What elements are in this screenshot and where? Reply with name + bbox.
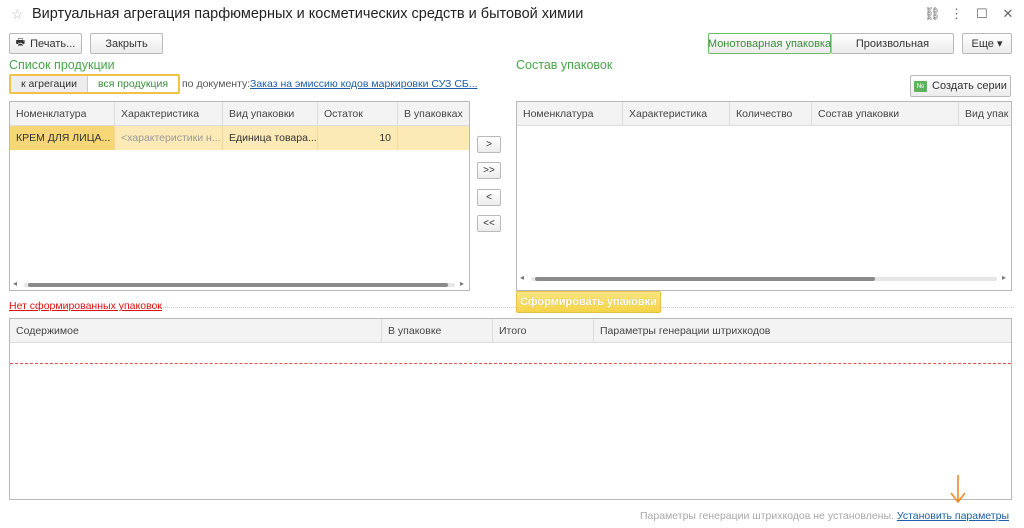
move-all-right-button[interactable]: >> [477, 162, 501, 179]
form-packages-button[interactable]: Сформировать упаковки [516, 291, 661, 313]
column-header[interactable]: Вид упак [959, 102, 1011, 126]
move-all-left-button[interactable]: << [477, 215, 501, 232]
column-header[interactable]: В упаковках [398, 102, 469, 126]
contents-table-header: Содержимое В упаковке Итого Параметры ге… [10, 319, 1011, 343]
more-button[interactable]: Еще ▾ [962, 33, 1012, 54]
scroll-left-icon[interactable]: ◂ [520, 273, 524, 282]
print-button[interactable]: 🖶 Печать... [9, 33, 82, 54]
close-button[interactable]: Закрыть [90, 33, 163, 54]
column-header[interactable]: Номенклатура [517, 102, 623, 126]
filter-all-products[interactable]: вся продукция [87, 76, 179, 92]
no-packages-link[interactable]: Нет сформированных упаковок [9, 300, 162, 312]
more-actions-icon[interactable]: ⋮ [950, 6, 963, 22]
link-icon[interactable]: ⛓ [924, 6, 941, 22]
column-header[interactable]: Параметры генерации штрихкодов [594, 319, 1011, 343]
packages-title: Состав упаковок [516, 58, 613, 72]
packages-table-header: Номенклатура Характеристика Количество С… [517, 102, 1011, 126]
column-header[interactable]: Номенклатура [10, 102, 115, 126]
move-right-button[interactable]: > [477, 136, 501, 153]
products-table: Номенклатура Характеристика Вид упаковки… [9, 101, 470, 291]
drop-indicator-line [10, 363, 1011, 364]
column-header[interactable]: Количество [730, 102, 812, 126]
column-header[interactable]: Вид упаковки [223, 102, 318, 126]
column-header[interactable]: Характеристика [623, 102, 730, 126]
move-left-button[interactable]: < [477, 189, 501, 206]
arbitrary-package-button[interactable]: Произвольная [831, 33, 954, 54]
cell-in-packages[interactable] [398, 126, 469, 150]
scroll-right-icon[interactable]: ▸ [460, 279, 464, 288]
scroll-thumb[interactable] [28, 283, 448, 287]
packages-scrollbar[interactable]: ◂ ▸ [517, 273, 1011, 284]
set-params-link[interactable]: Установить параметры [897, 510, 1009, 522]
mono-package-button[interactable]: Монотоварная упаковка [708, 33, 831, 54]
barcode-params-status: Параметры генерации штрихкодов не устано… [639, 510, 894, 522]
column-header[interactable]: Остаток [318, 102, 398, 126]
product-filter-switch: к агрегации вся продукция [9, 74, 181, 94]
column-header[interactable]: Содержимое [10, 319, 382, 343]
footer-status: Параметры генерации штрихкодов не устано… [640, 510, 1009, 522]
products-scrollbar[interactable]: ◂ ▸ [10, 279, 469, 290]
window-controls: ⛓ ⋮ ☐ ✕ [924, 6, 1014, 22]
title-bar: ☆ Виртуальная агрегация парфюмерных и ко… [0, 0, 1024, 30]
favorite-star-icon[interactable]: ☆ [11, 6, 24, 23]
products-table-header: Номенклатура Характеристика Вид упаковки… [10, 102, 469, 126]
close-icon[interactable]: ✕ [1002, 6, 1014, 22]
filter-to-aggregate[interactable]: к агрегации [11, 76, 88, 92]
scroll-thumb[interactable] [535, 277, 875, 281]
scroll-left-icon[interactable]: ◂ [13, 279, 17, 288]
cell-characteristic[interactable]: <характеристики н... [115, 126, 223, 150]
arrow-down-icon [950, 475, 966, 504]
cell-nomenclature[interactable]: КРЕМ ДЛЯ ЛИЦА... [10, 126, 115, 150]
column-header[interactable]: Состав упаковки [812, 102, 959, 126]
column-header[interactable]: Итого [493, 319, 594, 343]
contents-table: Содержимое В упаковке Итого Параметры ге… [9, 318, 1012, 500]
document-link[interactable]: Заказ на эмиссию кодов маркировки СУЗ СБ… [250, 78, 478, 90]
table-row[interactable]: КРЕМ ДЛЯ ЛИЦА... <характеристики н... Ед… [10, 126, 469, 150]
scroll-right-icon[interactable]: ▸ [1002, 273, 1006, 282]
products-title: Список продукции [9, 58, 115, 72]
series-icon: № [914, 80, 928, 92]
packages-table: Номенклатура Характеристика Количество С… [516, 101, 1012, 291]
cell-remainder[interactable]: 10 [318, 126, 398, 150]
window-title: Виртуальная агрегация парфюмерных и косм… [32, 6, 584, 22]
create-series-button[interactable]: № Создать серии [910, 75, 1011, 97]
document-label: по документу: [182, 78, 251, 90]
column-header[interactable]: Характеристика [115, 102, 223, 126]
printer-icon: 🖶 [15, 37, 26, 48]
cell-package-type[interactable]: Единица товара... [223, 126, 318, 150]
column-header[interactable]: В упаковке [382, 319, 493, 343]
maximize-icon[interactable]: ☐ [976, 6, 988, 22]
